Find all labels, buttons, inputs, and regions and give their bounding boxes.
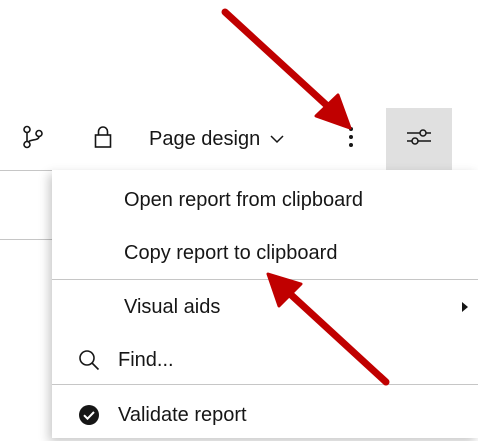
- properties-button[interactable]: [386, 108, 452, 170]
- menu-divider: [52, 279, 478, 280]
- branch-icon: [22, 125, 44, 154]
- menu-item-label: Open report from clipboard: [124, 188, 364, 211]
- overflow-menu-vertical-icon: [348, 126, 354, 153]
- page-design-label: Page design: [149, 127, 261, 150]
- page-design-dropdown[interactable]: Page design: [136, 108, 316, 170]
- report-toolbar: Page design: [0, 108, 478, 170]
- menu-item-copy-report-to-clipboard[interactable]: Copy report to clipboard: [52, 227, 478, 279]
- menu-item-visual-aids[interactable]: Visual aids: [52, 281, 478, 333]
- caret-right-icon: [462, 302, 468, 312]
- menu-item-label: Find...: [118, 348, 174, 371]
- overflow-menu: Open report from clipboard Copy report t…: [52, 170, 478, 438]
- branch-button[interactable]: [12, 108, 54, 170]
- menu-divider: [52, 384, 478, 385]
- checkmark-filled-icon: [78, 404, 100, 426]
- lock-button[interactable]: [82, 108, 124, 170]
- menu-item-find[interactable]: Find...: [52, 334, 478, 386]
- chevron-down-icon: [270, 134, 284, 144]
- more-options-button[interactable]: [330, 108, 372, 170]
- menu-item-validate-report[interactable]: Validate report: [52, 389, 478, 441]
- menu-item-open-report-from-clipboard[interactable]: Open report from clipboard: [52, 174, 478, 226]
- toolbar-bottom-border: [0, 170, 52, 171]
- menu-item-label: Copy report to clipboard: [124, 241, 338, 264]
- menu-item-label: Visual aids: [124, 295, 221, 318]
- menu-item-label: Validate report: [118, 403, 247, 426]
- lock-icon: [94, 125, 112, 154]
- content-divider: [0, 239, 52, 240]
- search-icon: [78, 349, 100, 371]
- settings-adjust-icon: [406, 125, 432, 154]
